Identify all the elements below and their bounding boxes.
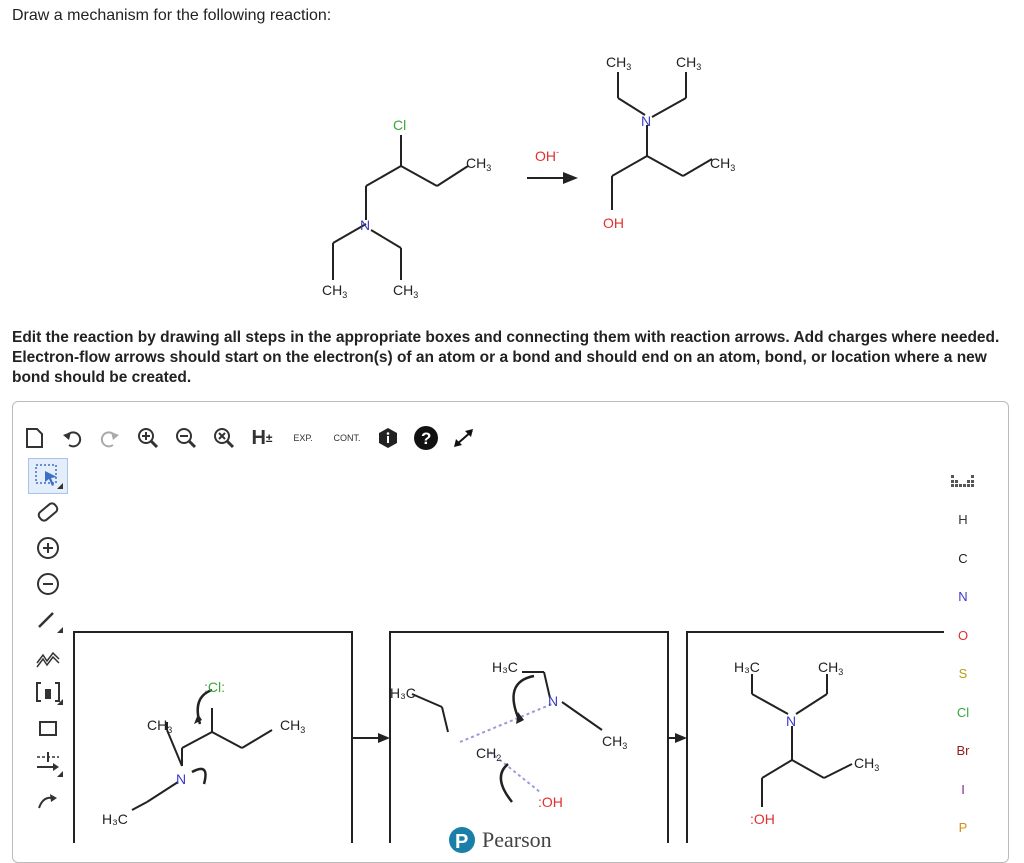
explicit-hydrogens-button[interactable]: H ± [248,424,276,452]
box1-h3c: H₃C [102,811,128,827]
product-ch3-right: CH3 [710,155,735,173]
element-c[interactable]: C [946,539,980,578]
box2-ch3: CH3 [602,733,627,751]
periodic-table-strip: H C N O S Cl Br I P [946,462,980,847]
reactant-ch3-right: CH3 [466,155,491,173]
element-s[interactable]: S [946,655,980,694]
step-box-3[interactable] [686,631,944,843]
reagent-oh: OH- [535,147,559,164]
box1-n: N [176,771,186,787]
curved-arrow-tool-icon[interactable] [28,782,68,818]
box2-oh: :OH [538,794,563,810]
periodic-table-icon[interactable] [946,462,980,501]
box3-ch3-a: CH3 [818,659,843,677]
rectangle-tool-icon[interactable] [28,710,68,746]
box1-ch3-b: CH3 [280,717,305,735]
reactant-ch3-b: CH3 [393,282,418,300]
product-oh: OH [603,215,624,231]
expand-button[interactable]: EXP. [286,424,320,452]
box3-ch3-b: CH3 [854,755,879,773]
reactant-ch3-a: CH3 [322,282,347,300]
undo-icon[interactable] [58,424,86,452]
editor-toolbar: H ± EXP. CONT. ? [20,420,478,456]
product-n-label: N [641,113,651,129]
electron-flow-arrow[interactable] [191,767,207,785]
box2-ch2: CH2 [476,745,501,763]
element-br[interactable]: Br [946,732,980,771]
eraser-icon[interactable] [28,494,68,530]
box2-h3c-a: H₃C [492,659,518,675]
element-i[interactable]: I [946,770,980,809]
electron-flow-arrow[interactable] [499,763,513,803]
svg-text:P: P [455,831,468,853]
pearson-logo: P Pearson [448,826,552,854]
element-o[interactable]: O [946,616,980,655]
left-tool-palette [28,458,68,818]
box3-h3c: H₃C [734,659,760,675]
electron-flow-arrow[interactable] [512,674,535,723]
chain-tool-icon[interactable] [28,638,68,674]
step-box-2[interactable] [389,631,669,843]
contract-button[interactable]: CONT. [330,424,364,452]
clear-icon[interactable] [210,424,238,452]
redo-icon[interactable] [96,424,124,452]
reactant-n-label: N [360,217,370,233]
element-cl[interactable]: Cl [946,693,980,732]
element-n[interactable]: N [946,578,980,617]
product-ch3-b: CH3 [676,54,701,72]
fullscreen-icon[interactable] [450,424,478,452]
box1-cl: :Cl: [204,679,225,695]
info-icon[interactable] [374,424,402,452]
instructions-text: Edit the reaction by drawing all steps i… [12,329,1000,386]
reaction-arrow-tool-icon[interactable] [28,746,68,782]
reactant-cl-label: Cl [393,117,406,133]
pearson-logo-icon: P [449,827,475,853]
element-h[interactable]: H [946,501,980,540]
help-icon[interactable]: ? [412,424,440,452]
new-document-icon[interactable] [20,424,48,452]
reaction-scheme: Cl CH3 N CH3 CH3 OH- CH3 CH3 N CH3 OH [322,54,735,300]
box2-n: N [548,693,558,709]
drawing-canvas[interactable]: :Cl: CH3 CH3 N H₃C H₃C H₃C N CH2 CH3 :OH [72,462,944,843]
box3-n: N [786,713,796,729]
box3-oh: :OH [750,811,775,827]
zoom-in-icon[interactable] [134,424,162,452]
select-tool-icon[interactable] [28,458,68,494]
positive-charge-icon[interactable] [28,530,68,566]
bracket-tool-icon[interactable] [28,674,68,710]
pearson-wordmark: Pearson [482,827,552,852]
svg-text:?: ? [421,429,431,448]
product-ch3-a: CH3 [606,54,631,72]
negative-charge-icon[interactable] [28,566,68,602]
box1-ch3-a: CH3 [147,717,172,735]
element-p[interactable]: P [946,809,980,848]
zoom-out-icon[interactable] [172,424,200,452]
prompt-text: Draw a mechanism for the following react… [12,7,332,24]
box2-h3c-b: H₃C [390,685,416,701]
bond-tool-icon[interactable] [28,602,68,638]
